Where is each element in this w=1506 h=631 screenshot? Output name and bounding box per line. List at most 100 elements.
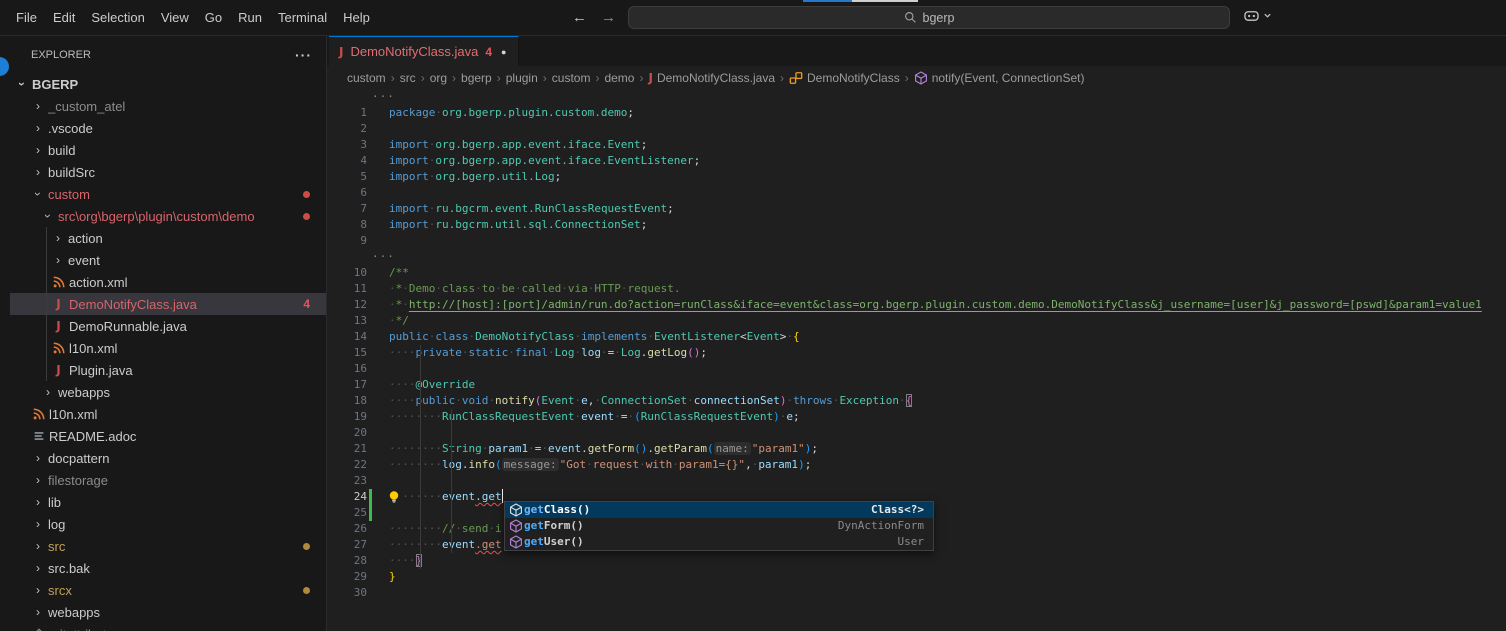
tree-item-event[interactable]: ›event — [10, 249, 326, 271]
code-line-29[interactable]: 29} — [327, 569, 1506, 585]
breadcrumb-item[interactable]: JDemoNotifyClass.java — [646, 71, 777, 85]
tree-item-l10n-xml[interactable]: l10n.xml — [10, 337, 326, 359]
tree-item-demorunnable-java[interactable]: JDemoRunnable.java — [10, 315, 326, 337]
code-line-17[interactable]: 17····@Override — [327, 377, 1506, 393]
code-line-7[interactable]: 7import·ru.bgcrm.event.RunClassRequestEv… — [327, 201, 1506, 217]
tree-item-build[interactable]: ›build — [10, 139, 326, 161]
breadcrumb-item[interactable]: custom — [550, 71, 593, 85]
copilot-menu[interactable] — [1243, 8, 1272, 23]
breadcrumb-item[interactable]: DemoNotifyClass — [787, 71, 902, 85]
tree-item-webapps[interactable]: ›webapps — [10, 601, 326, 623]
suggest-item-getclass[interactable]: getClass()Class<?> — [505, 502, 933, 518]
tree-item-log[interactable]: ›log — [10, 513, 326, 535]
tree-item-plugin-java[interactable]: JPlugin.java — [10, 359, 326, 381]
chevron-collapsed-icon[interactable]: › — [30, 143, 46, 157]
code-line-10[interactable]: 10/** — [327, 265, 1506, 281]
breadcrumb-item[interactable]: org — [428, 71, 449, 85]
chevron-expanded-icon[interactable]: › — [41, 208, 55, 224]
suggest-item-getuser[interactable]: getUser()User — [505, 534, 933, 550]
breadcrumb-item[interactable]: notify(Event, ConnectionSet) — [912, 71, 1087, 85]
tree-item-src-org-bgerp-plugin-custom-demo[interactable]: ›src\org\bgerp\plugin\custom\demo — [10, 205, 326, 227]
code-line-16[interactable]: 16 — [327, 361, 1506, 377]
chevron-expanded-icon[interactable]: › — [15, 76, 29, 92]
tree-item-docpattern[interactable]: ›docpattern — [10, 447, 326, 469]
tree-item-demonotifyclass-java[interactable]: JDemoNotifyClass.java4 — [10, 293, 326, 315]
fold-ellipsis[interactable]: ··· — [372, 89, 395, 105]
chevron-collapsed-icon[interactable]: › — [50, 231, 66, 245]
chevron-collapsed-icon[interactable]: › — [30, 605, 46, 619]
code-line-23[interactable]: 23 — [327, 473, 1506, 489]
code-line-14[interactable]: 14public·class·DemoNotifyClass·implement… — [327, 329, 1506, 345]
chevron-collapsed-icon[interactable]: › — [30, 495, 46, 509]
folded-region-row[interactable]: ··· — [327, 249, 1506, 265]
menu-item-view[interactable]: View — [153, 6, 197, 29]
chevron-collapsed-icon[interactable]: › — [30, 583, 46, 597]
menu-item-terminal[interactable]: Terminal — [270, 6, 335, 29]
dirty-dot-icon[interactable]: ● — [501, 47, 506, 57]
code-line-30[interactable]: 30 — [327, 585, 1506, 601]
code-line-11[interactable]: 11·*·Demo·class·to·be·called·via·HTTP·re… — [327, 281, 1506, 297]
chevron-collapsed-icon[interactable]: › — [30, 99, 46, 113]
tree-item-action[interactable]: ›action — [10, 227, 326, 249]
chevron-expanded-icon[interactable]: › — [31, 186, 45, 202]
forward-arrow-icon[interactable]: → — [601, 9, 616, 26]
tree-item-srcx[interactable]: ›srcx — [10, 579, 326, 601]
code-line-3[interactable]: 3import·org.bgerp.app.event.iface.Event; — [327, 137, 1506, 153]
code-line-13[interactable]: 13·*/ — [327, 313, 1506, 329]
tree-item-lib[interactable]: ›lib — [10, 491, 326, 513]
chevron-collapsed-icon[interactable]: › — [30, 121, 46, 135]
menu-item-edit[interactable]: Edit — [45, 6, 83, 29]
code-line-1[interactable]: 1package·org.bgerp.plugin.custom.demo; — [327, 105, 1506, 121]
git-added-gutter-bar[interactable] — [369, 489, 372, 505]
breadcrumb-item[interactable]: demo — [602, 71, 636, 85]
more-actions-icon[interactable]: ··· — [295, 47, 312, 63]
code-line-18[interactable]: 18····public·void·notify(Event·e,·Connec… — [327, 393, 1506, 409]
chevron-collapsed-icon[interactable]: › — [30, 517, 46, 531]
menu-item-go[interactable]: Go — [197, 6, 230, 29]
breadcrumb-item[interactable]: src — [398, 71, 418, 85]
code-line-5[interactable]: 5import·org.bgerp.util.Log; — [327, 169, 1506, 185]
fold-ellipsis[interactable]: ··· — [372, 249, 395, 265]
menu-item-help[interactable]: Help — [335, 6, 378, 29]
command-center-search[interactable]: bgerp — [628, 6, 1230, 29]
code-line-4[interactable]: 4import·org.bgerp.app.event.iface.EventL… — [327, 153, 1506, 169]
tree-item-src[interactable]: ›src — [10, 535, 326, 557]
breadcrumb-item[interactable]: plugin — [504, 71, 540, 85]
code-line-22[interactable]: 22········log.info(message:"Got·request·… — [327, 457, 1506, 473]
code-line-19[interactable]: 19········RunClassRequestEvent·event·=·(… — [327, 409, 1506, 425]
code-line-8[interactable]: 8import·ru.bgcrm.util.sql.ConnectionSet; — [327, 217, 1506, 233]
tree-item-bgerp[interactable]: ›BGERP — [10, 73, 326, 95]
tree-item-buildsrc[interactable]: ›buildSrc — [10, 161, 326, 183]
menu-item-run[interactable]: Run — [230, 6, 270, 29]
code-line-20[interactable]: 20 — [327, 425, 1506, 441]
git-added-gutter-bar[interactable] — [369, 505, 372, 521]
tree-item-webapps[interactable]: ›webapps — [10, 381, 326, 403]
tree-item-readme-adoc[interactable]: README.adoc — [10, 425, 326, 447]
chevron-collapsed-icon[interactable]: › — [30, 561, 46, 575]
tree-item--vscode[interactable]: ›.vscode — [10, 117, 326, 139]
code-editor[interactable]: ···1package·org.bgerp.plugin.custom.demo… — [327, 89, 1506, 631]
chevron-collapsed-icon[interactable]: › — [30, 473, 46, 487]
chevron-collapsed-icon[interactable]: › — [30, 165, 46, 179]
suggest-item-getform[interactable]: getForm()DynActionForm — [505, 518, 933, 534]
lightbulb-icon[interactable] — [386, 489, 402, 505]
tree-item-filestorage[interactable]: ›filestorage — [10, 469, 326, 491]
menu-item-file[interactable]: File — [8, 6, 45, 29]
tree-item--gitattributes[interactable]: .gitattributes — [10, 623, 326, 631]
code-line-9[interactable]: 9 — [327, 233, 1506, 249]
tree-item-l10n-xml[interactable]: l10n.xml — [10, 403, 326, 425]
code-line-6[interactable]: 6 — [327, 185, 1506, 201]
code-line-12[interactable]: 12·*·http://[host]:[port]/admin/run.do?a… — [327, 297, 1506, 313]
tree-item-custom[interactable]: ›custom — [10, 183, 326, 205]
menu-item-selection[interactable]: Selection — [83, 6, 152, 29]
folded-region-row[interactable]: ··· — [327, 89, 1506, 105]
chevron-collapsed-icon[interactable]: › — [30, 539, 46, 553]
code-line-2[interactable]: 2 — [327, 121, 1506, 137]
chevron-collapsed-icon[interactable]: › — [40, 385, 56, 399]
breadcrumb-item[interactable]: custom — [345, 71, 388, 85]
tab-demonotifyclass[interactable]: J DemoNotifyClass.java 4 ● — [329, 36, 519, 66]
code-line-28[interactable]: 28····} — [327, 553, 1506, 569]
chevron-collapsed-icon[interactable]: › — [50, 253, 66, 267]
tree-item-src-bak[interactable]: ›src.bak — [10, 557, 326, 579]
tree-item-action-xml[interactable]: action.xml — [10, 271, 326, 293]
